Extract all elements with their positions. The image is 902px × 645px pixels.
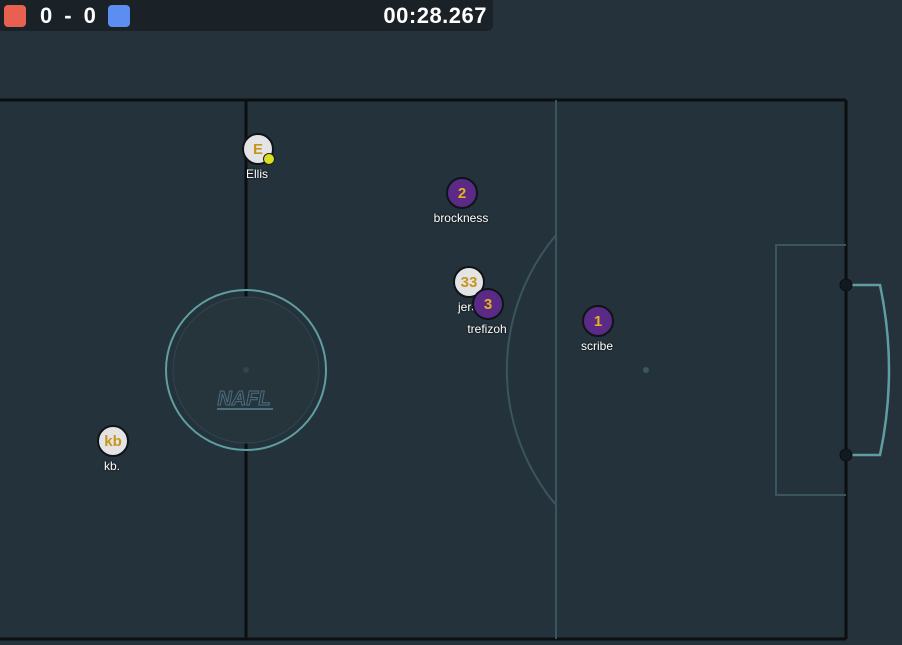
player-label: 1 (593, 312, 603, 330)
blue-team-swatch (107, 4, 130, 27)
player-name: scribe (580, 339, 613, 353)
player-name: brockness (433, 211, 489, 225)
player-name: trefizoh (467, 322, 507, 336)
nafl-logo: NAFL (217, 388, 273, 411)
red-team-swatch (4, 4, 26, 27)
player-name: Ellis (245, 167, 268, 181)
player-disc: 3 (472, 288, 504, 320)
player-name: kb. (103, 459, 120, 473)
player-label: 33 (460, 273, 478, 291)
goal-net (846, 283, 891, 457)
player-label: E (252, 140, 263, 158)
player-name: jer3 (457, 300, 478, 314)
player-disc: 2 (446, 177, 478, 209)
player-label: kb (104, 432, 122, 450)
blue-score: 0 (83, 2, 96, 28)
player-label: 2 (457, 184, 467, 202)
player-label: 3 (483, 295, 493, 313)
goal-post-top (839, 278, 853, 292)
match-timer: 00:28.267 (383, 2, 487, 28)
scoreboard: 0 - 0 00:28.267 (0, 0, 493, 31)
player-disc: 1 (582, 305, 614, 337)
player-disc: kb (97, 425, 129, 457)
penalty-spot (643, 367, 649, 373)
ball-icon (263, 153, 275, 165)
center-spot (243, 367, 249, 373)
score-separator: - (64, 2, 72, 28)
nafl-logo-text: NAFL (217, 388, 270, 410)
goal-post-bottom (839, 448, 853, 462)
pitch-surface (0, 100, 846, 640)
red-score: 0 (40, 2, 53, 28)
